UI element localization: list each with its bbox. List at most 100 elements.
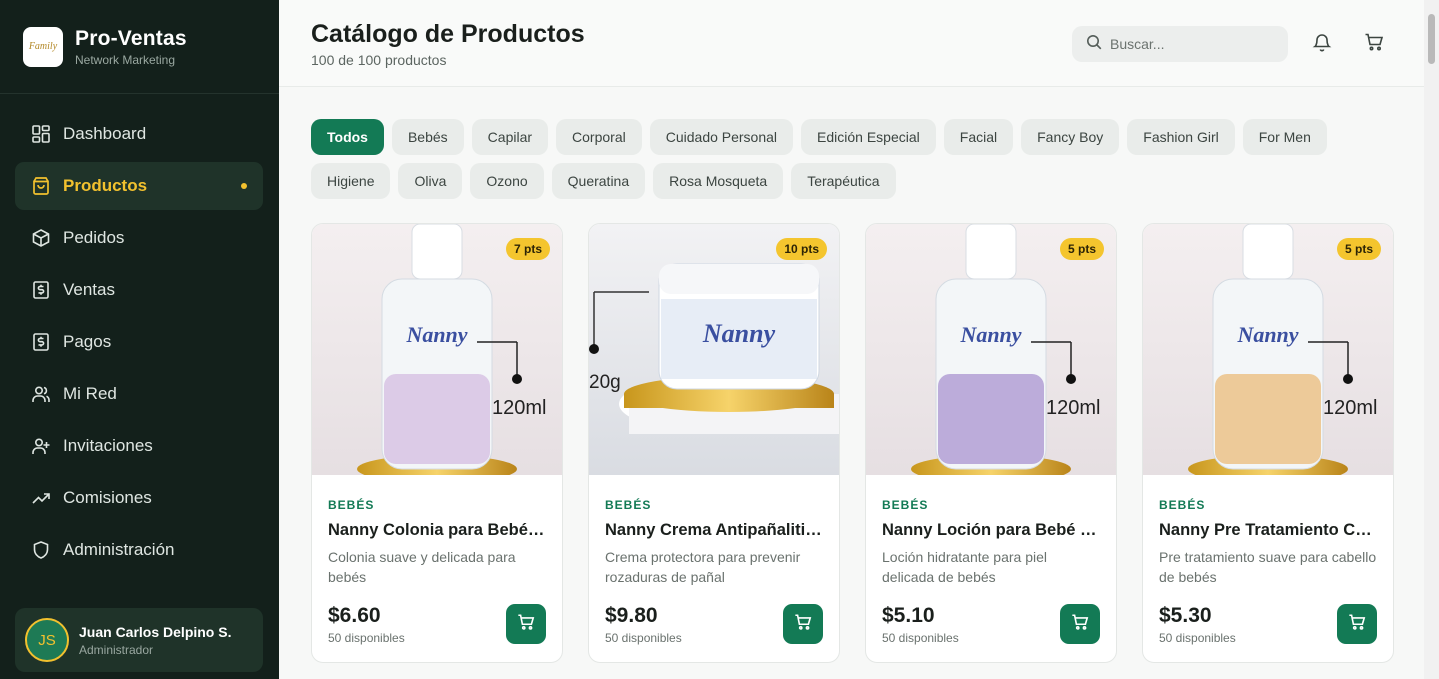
product-image-wrapper[interactable]: Nanny 120ml 5 pts bbox=[1143, 224, 1393, 475]
filter-chip[interactable]: Queratina bbox=[551, 163, 646, 199]
package-icon bbox=[31, 228, 51, 248]
product-name[interactable]: Nanny Pre Tratamiento Capilar bbox=[1159, 521, 1377, 540]
product-description: Crema protectora para prevenir rozaduras… bbox=[605, 549, 801, 585]
add-to-cart-button[interactable] bbox=[1337, 604, 1377, 644]
product-image-wrapper[interactable]: Nanny 120ml 7 pts bbox=[312, 224, 562, 475]
filter-chip[interactable]: Fancy Boy bbox=[1021, 119, 1120, 155]
sidebar-item-mi-red[interactable]: Mi Red bbox=[15, 370, 263, 418]
svg-text:Nanny: Nanny bbox=[959, 322, 1021, 347]
user-profile-card[interactable]: JS Juan Carlos Delpino S. Administrador bbox=[15, 608, 263, 672]
sidebar-nav: Dashboard Productos Pedidos Ventas Pagos… bbox=[15, 110, 263, 578]
sidebar-item-pedidos[interactable]: Pedidos bbox=[15, 214, 263, 262]
sidebar-item-label: Administración bbox=[63, 540, 175, 559]
bell-icon bbox=[1312, 32, 1332, 57]
sidebar-item-administracion[interactable]: Administración bbox=[15, 526, 263, 574]
product-image: Nanny 120ml bbox=[1143, 224, 1393, 475]
filter-chip[interactable]: Rosa Mosqueta bbox=[653, 163, 784, 199]
product-image-wrapper[interactable]: Nanny 120ml 5 pts bbox=[866, 224, 1116, 475]
trending-up-icon bbox=[31, 488, 51, 508]
sidebar-item-label: Productos bbox=[63, 176, 148, 195]
filter-chip[interactable]: Capilar bbox=[471, 119, 549, 155]
sidebar-item-pagos[interactable]: Pagos bbox=[15, 318, 263, 366]
sidebar-item-productos[interactable]: Productos bbox=[15, 162, 263, 210]
product-card[interactable]: Nanny 120ml 5 pts BEBÉS Nanny Pre Tratam… bbox=[1142, 223, 1394, 663]
page-scrollbar[interactable] bbox=[1424, 0, 1439, 679]
filter-chip[interactable]: Cuidado Personal bbox=[649, 119, 794, 155]
search-box[interactable] bbox=[1072, 26, 1288, 62]
cart-icon bbox=[1071, 613, 1089, 636]
filter-chip[interactable]: Edición Especial bbox=[801, 119, 936, 155]
product-image-wrapper[interactable]: Nanny 20g 10 pts bbox=[589, 224, 839, 475]
filter-chip[interactable]: Ozono bbox=[470, 163, 544, 199]
filter-chip[interactable]: Facial bbox=[943, 119, 1014, 155]
filter-chip[interactable]: Fashion Girl bbox=[1127, 119, 1235, 155]
sidebar-item-comisiones[interactable]: Comisiones bbox=[15, 474, 263, 522]
shield-icon bbox=[31, 540, 51, 560]
brand-logo[interactable]: Family bbox=[23, 26, 63, 67]
svg-text:Nanny: Nanny bbox=[702, 319, 776, 348]
filter-chip[interactable]: For Men bbox=[1242, 119, 1327, 155]
filter-chip[interactable]: Oliva bbox=[398, 163, 463, 199]
product-name[interactable]: Nanny Colonia para Bebé 120ml bbox=[328, 521, 546, 540]
product-category: BEBÉS bbox=[1159, 498, 1206, 512]
sidebar-item-invitaciones[interactable]: Invitaciones bbox=[15, 422, 263, 470]
sidebar-item-label: Pedidos bbox=[63, 228, 125, 247]
product-card[interactable]: Nanny 120ml 7 pts BEBÉS Nanny Colonia pa… bbox=[311, 223, 563, 663]
users-icon bbox=[31, 384, 51, 404]
add-to-cart-button[interactable] bbox=[1060, 604, 1100, 644]
product-image: Nanny 120ml bbox=[866, 224, 1116, 475]
shopping-bag-icon bbox=[31, 176, 51, 196]
page-title: Catálogo de Productos bbox=[311, 20, 585, 48]
filter-chip[interactable]: Bebés bbox=[391, 119, 464, 155]
header-cart-button[interactable] bbox=[1360, 30, 1388, 58]
points-badge: 5 pts bbox=[1336, 238, 1381, 260]
add-to-cart-button[interactable] bbox=[783, 604, 823, 644]
cart-icon bbox=[1364, 32, 1384, 57]
filter-chip[interactable]: Todos bbox=[311, 119, 384, 155]
sidebar-item-label: Dashboard bbox=[63, 124, 147, 143]
search-icon bbox=[1086, 34, 1102, 55]
sidebar-item-ventas[interactable]: Ventas bbox=[15, 266, 263, 314]
svg-text:120ml: 120ml bbox=[1046, 397, 1100, 419]
product-stock: 50 disponibles bbox=[328, 631, 405, 645]
sidebar-item-label: Pagos bbox=[63, 332, 112, 351]
product-price: $9.80 bbox=[605, 604, 658, 627]
active-indicator-dot bbox=[241, 183, 247, 189]
product-image: Nanny 120ml bbox=[312, 224, 562, 475]
sidebar-item-label: Mi Red bbox=[63, 384, 117, 403]
user-role: Administrador bbox=[79, 642, 154, 657]
cart-icon bbox=[794, 613, 812, 636]
sidebar-item-dashboard[interactable]: Dashboard bbox=[15, 110, 263, 158]
product-category: BEBÉS bbox=[328, 498, 375, 512]
brand: Family Pro-Ventas Network Marketing bbox=[0, 0, 279, 94]
cart-icon bbox=[1348, 613, 1366, 636]
page-header: Catálogo de Productos 100 de 100 product… bbox=[279, 0, 1424, 87]
product-price: $5.10 bbox=[882, 604, 935, 627]
svg-text:120ml: 120ml bbox=[1323, 397, 1377, 419]
svg-text:120ml: 120ml bbox=[492, 397, 546, 419]
notifications-button[interactable] bbox=[1308, 30, 1336, 58]
product-card[interactable]: Nanny 120ml 5 pts BEBÉS Nanny Loción par… bbox=[865, 223, 1117, 663]
scrollbar-thumb[interactable] bbox=[1428, 14, 1435, 64]
sidebar-item-label: Comisiones bbox=[63, 488, 152, 507]
filter-chip[interactable]: Higiene bbox=[311, 163, 391, 199]
svg-text:20g: 20g bbox=[589, 372, 621, 393]
filter-chip[interactable]: Corporal bbox=[556, 119, 642, 155]
product-stock: 50 disponibles bbox=[605, 631, 682, 645]
product-stock: 50 disponibles bbox=[1159, 631, 1236, 645]
points-badge: 5 pts bbox=[1059, 238, 1104, 260]
product-name[interactable]: Nanny Loción para Bebé 120ml bbox=[882, 521, 1100, 540]
product-description: Pre tratamiento suave para cabello de be… bbox=[1159, 549, 1377, 585]
user-name: Juan Carlos Delpino S. bbox=[79, 623, 232, 640]
product-name[interactable]: Nanny Crema Antipañalitis 120g bbox=[605, 521, 823, 540]
sidebar-item-label: Ventas bbox=[63, 280, 115, 299]
app-subtitle: Network Marketing bbox=[75, 52, 176, 67]
points-badge: 10 pts bbox=[776, 238, 827, 260]
product-card[interactable]: Nanny 20g 10 pts BEBÉS Nanny Crema Antip… bbox=[588, 223, 840, 663]
grid-icon bbox=[31, 124, 51, 144]
add-to-cart-button[interactable] bbox=[506, 604, 546, 644]
dollar-receipt-icon bbox=[31, 280, 51, 300]
search-input[interactable] bbox=[1110, 36, 1270, 52]
cart-icon bbox=[517, 613, 535, 636]
filter-chip[interactable]: Terapéutica bbox=[791, 163, 896, 199]
